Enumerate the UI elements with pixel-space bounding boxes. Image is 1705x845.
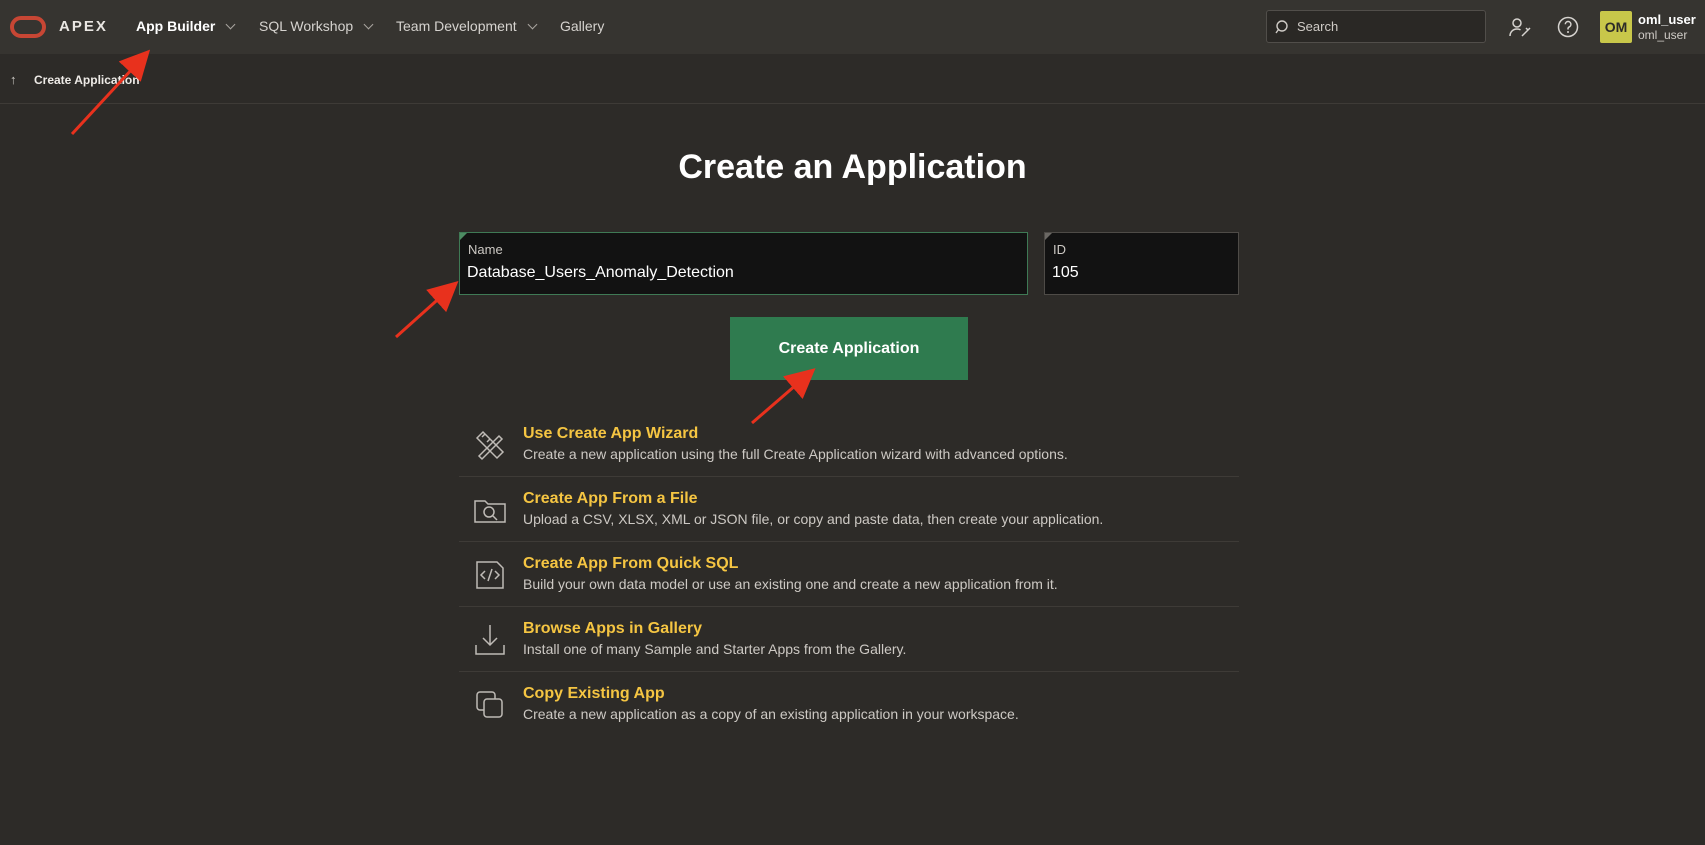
chevron-down-icon bbox=[363, 19, 374, 29]
wizard-icon bbox=[475, 430, 505, 461]
page-title: Create an Application bbox=[678, 148, 1027, 186]
chevron-down-icon bbox=[527, 19, 538, 29]
folder-search-icon bbox=[474, 500, 506, 523]
option-description: Upload a CSV, XLSX, XML or JSON file, or… bbox=[523, 511, 1104, 527]
option-description: Install one of many Sample and Starter A… bbox=[523, 641, 907, 657]
nav-app-builder-label: App Builder bbox=[136, 18, 216, 34]
help-icon[interactable] bbox=[1556, 15, 1580, 39]
name-label: Name bbox=[468, 242, 503, 257]
search-box[interactable] bbox=[1266, 10, 1486, 43]
copy-icon bbox=[476, 691, 503, 718]
top-navigation-bar: APEX App Builder SQL Workshop Team Devel… bbox=[0, 0, 1705, 54]
nav-team-development[interactable]: Team Development bbox=[396, 18, 538, 34]
option-title: Create App From a File bbox=[523, 490, 698, 507]
id-field[interactable]: ID bbox=[1044, 232, 1239, 295]
id-input[interactable] bbox=[1052, 261, 1231, 285]
code-icon bbox=[476, 561, 504, 589]
option-description: Build your own data model or use an exis… bbox=[523, 576, 1058, 592]
option-browse-gallery[interactable]: Browse Apps in Gallery Install one of ma… bbox=[459, 607, 1239, 672]
option-title: Create App From Quick SQL bbox=[523, 555, 739, 572]
search-icon bbox=[1275, 19, 1288, 33]
breadcrumb-current: Create Application bbox=[34, 73, 140, 87]
oracle-logo-icon[interactable] bbox=[10, 16, 46, 38]
option-description: Create a new application as a copy of an… bbox=[523, 706, 1019, 722]
id-label: ID bbox=[1053, 242, 1066, 257]
breadcrumb bbox=[0, 54, 1705, 104]
nav-gallery[interactable]: Gallery bbox=[560, 18, 604, 34]
admin-tools-icon[interactable] bbox=[1508, 15, 1532, 39]
option-title: Use Create App Wizard bbox=[523, 425, 699, 442]
nav-sql-workshop-label: SQL Workshop bbox=[259, 18, 354, 34]
create-application-button[interactable]: Create Application bbox=[730, 317, 968, 380]
nav-team-development-label: Team Development bbox=[396, 18, 517, 34]
avatar[interactable]: OM bbox=[1600, 11, 1632, 43]
create-options-list: Use Create App Wizard Create a new appli… bbox=[459, 412, 1239, 737]
name-field[interactable]: Name bbox=[459, 232, 1028, 295]
option-description: Create a new application using the full … bbox=[523, 446, 1068, 462]
user-name[interactable]: oml_user bbox=[1638, 12, 1696, 27]
arrow-up-icon[interactable]: ↑ bbox=[10, 72, 17, 87]
option-create-app-wizard[interactable]: Use Create App Wizard Create a new appli… bbox=[459, 412, 1239, 477]
option-create-from-quick-sql[interactable]: Create App From Quick SQL Build your own… bbox=[459, 542, 1239, 607]
search-input[interactable] bbox=[1297, 19, 1477, 34]
name-input[interactable] bbox=[467, 261, 1020, 285]
apex-brand[interactable]: APEX bbox=[59, 18, 108, 35]
chevron-down-icon bbox=[225, 19, 236, 29]
option-copy-existing-app[interactable]: Copy Existing App Create a new applicati… bbox=[459, 672, 1239, 737]
nav-sql-workshop[interactable]: SQL Workshop bbox=[259, 18, 374, 34]
annotation-arrow-name-field bbox=[394, 280, 459, 339]
download-icon bbox=[475, 625, 505, 655]
nav-gallery-label: Gallery bbox=[560, 18, 605, 34]
option-title: Copy Existing App bbox=[523, 685, 665, 702]
nav-app-builder[interactable]: App Builder bbox=[136, 18, 236, 34]
option-create-from-file[interactable]: Create App From a File Upload a CSV, XLS… bbox=[459, 477, 1239, 542]
user-workspace: oml_user bbox=[1638, 28, 1688, 42]
option-title: Browse Apps in Gallery bbox=[523, 620, 703, 637]
